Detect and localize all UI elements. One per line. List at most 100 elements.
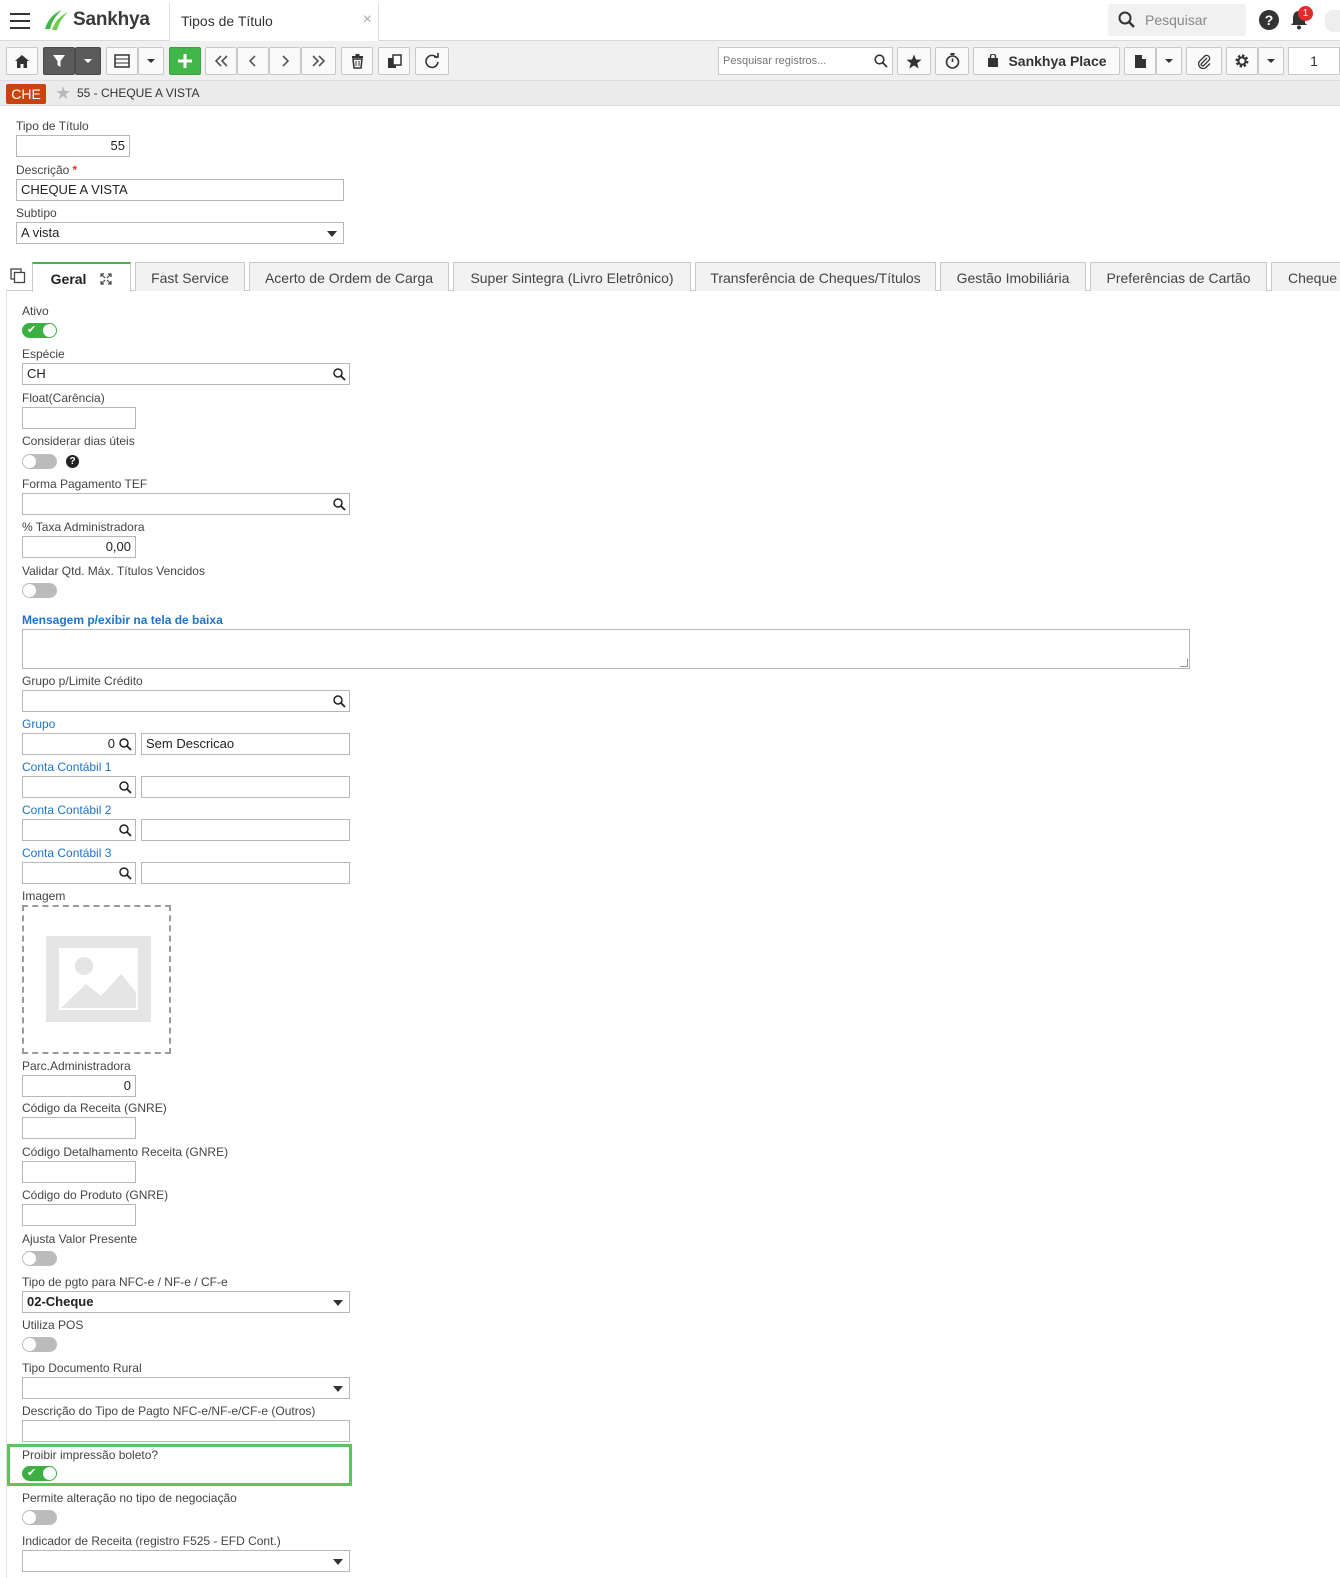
settings-button[interactable] [1226,47,1258,75]
attachment-button[interactable] [1186,47,1222,75]
indicador-select[interactable] [22,1550,350,1572]
filter-button[interactable] [43,47,75,75]
search-icon[interactable] [333,368,346,381]
search-icon[interactable] [119,738,132,751]
conta1-code-input[interactable] [22,776,136,798]
parc-input[interactable]: 0 [22,1075,136,1097]
tab-gestao-imobiliaria[interactable]: Gestão Imobiliária [940,262,1086,291]
dias-uteis-toggle[interactable] [22,454,57,469]
conta1-label[interactable]: Conta Contábil 1 [22,760,111,774]
grid-view-button[interactable] [106,47,138,75]
record-search-input[interactable] [719,48,869,74]
required-mark: * [72,163,78,177]
proibir-toggle[interactable]: ✔ [22,1466,57,1481]
indicador-label: Indicador de Receita (registro F525 - EF… [22,1534,281,1548]
report-dropdown-button[interactable] [1156,47,1182,75]
report-button[interactable] [1124,47,1156,75]
previous-record-button[interactable] [237,47,269,75]
favorite-button[interactable] [897,47,931,75]
image-upload-area[interactable] [22,905,171,1054]
tipo-titulo-input[interactable]: 55 [16,135,130,157]
toolbar: Sankhya Place 1 [0,41,1340,81]
ativo-label: Ativo [22,304,49,318]
permite-toggle[interactable] [22,1510,57,1525]
home-button[interactable] [6,47,38,75]
logo[interactable]: Sankhya [42,7,150,33]
tab-acerto-ordem-carga[interactable]: Acerto de Ordem de Carga [249,262,449,291]
filter-icon [53,55,65,67]
add-button[interactable] [169,47,201,75]
help-icon[interactable]: ? [1259,10,1279,30]
cod-det-receita-input[interactable] [22,1161,136,1183]
expand-icon[interactable] [100,273,112,285]
ajusta-label: Ajusta Valor Presente [22,1232,138,1246]
grupo-code-input[interactable]: 0 [22,733,136,755]
search-icon[interactable] [874,54,888,68]
ajusta-toggle[interactable] [22,1251,57,1266]
sankhya-place-button[interactable]: Sankhya Place [973,47,1120,75]
tab-preferencias-cartao[interactable]: Preferências de Cartão [1090,262,1267,291]
help-icon[interactable]: ? [66,455,79,468]
descricao-label: Descrição * [16,163,77,177]
subtipo-select[interactable]: A vista [16,222,344,244]
next-record-button[interactable] [269,47,301,75]
filter-dropdown-button[interactable] [75,47,101,75]
first-record-button[interactable] [205,47,237,75]
cod-receita-input[interactable] [22,1117,136,1139]
logo-text: Sankhya [73,9,150,30]
search-icon[interactable] [119,781,132,794]
search-icon[interactable] [119,824,132,837]
content-left-rule [6,291,7,1578]
star-icon[interactable]: ★ [55,83,71,104]
grupo-desc-field: Sem Descricao [141,733,350,755]
conta3-code-input[interactable] [22,862,136,884]
search-icon[interactable] [333,498,346,511]
tab-fast-service[interactable]: Fast Service [135,262,245,291]
tab-geral[interactable]: Geral [32,262,131,292]
settings-dropdown-button[interactable] [1258,47,1284,75]
record-search[interactable] [718,47,893,75]
ativo-toggle[interactable]: ✔ [22,323,57,338]
conta2-code-input[interactable] [22,819,136,841]
validar-toggle[interactable] [22,583,57,598]
refresh-button[interactable] [415,47,449,75]
cod-produto-input[interactable] [22,1204,136,1226]
search-icon[interactable] [333,695,346,708]
avatar[interactable] [1325,10,1340,32]
desc-tipo-pgto-input[interactable] [22,1420,350,1442]
tipo-doc-rural-select[interactable] [22,1377,350,1399]
especie-input[interactable]: CH [22,363,350,385]
tipo-pgto-select[interactable]: 02-Cheque [22,1291,350,1313]
tab-cheque[interactable]: Cheque [1271,262,1340,291]
sankhya-logo-icon [45,10,68,30]
subtipo-value: A vista [21,225,60,240]
tab-transferencia-cheques[interactable]: Transferência de Cheques/Títulos [695,262,936,291]
close-icon[interactable]: × [363,11,372,29]
mensagem-textarea[interactable] [22,629,1190,669]
utiliza-pos-toggle[interactable] [22,1337,57,1352]
resize-handle[interactable] [1180,659,1188,667]
global-search[interactable]: Pesquisar [1108,4,1246,36]
conta3-label[interactable]: Conta Contábil 3 [22,846,111,860]
timer-button[interactable] [935,47,969,75]
search-icon[interactable] [119,867,132,880]
last-record-button[interactable] [301,47,336,75]
duplicate-window-icon[interactable] [10,268,26,284]
page-number-input[interactable]: 1 [1288,47,1340,75]
app-tab-label: Tipos de Título [181,13,273,29]
permite-label: Permite alteração no tipo de negociação [22,1491,237,1505]
descricao-input[interactable]: CHEQUE A VISTA [16,179,344,201]
forma-tef-input[interactable] [22,493,350,515]
grupo-limite-input[interactable] [22,690,350,712]
conta2-label[interactable]: Conta Contábil 2 [22,803,111,817]
delete-button[interactable] [341,47,373,75]
duplicate-button[interactable] [378,47,410,75]
grupo-label[interactable]: Grupo [22,717,55,731]
grid-view-dropdown-button[interactable] [138,47,164,75]
tab-super-sintegra[interactable]: Super Sintegra (Livro Eletrônico) [453,262,691,291]
taxa-input[interactable]: 0,00 [22,536,136,558]
grid-icon [114,54,130,68]
app-tab-tipos-de-titulo[interactable]: Tipos de Título × [169,3,379,42]
float-input[interactable] [22,407,136,429]
menu-icon[interactable] [10,13,30,29]
